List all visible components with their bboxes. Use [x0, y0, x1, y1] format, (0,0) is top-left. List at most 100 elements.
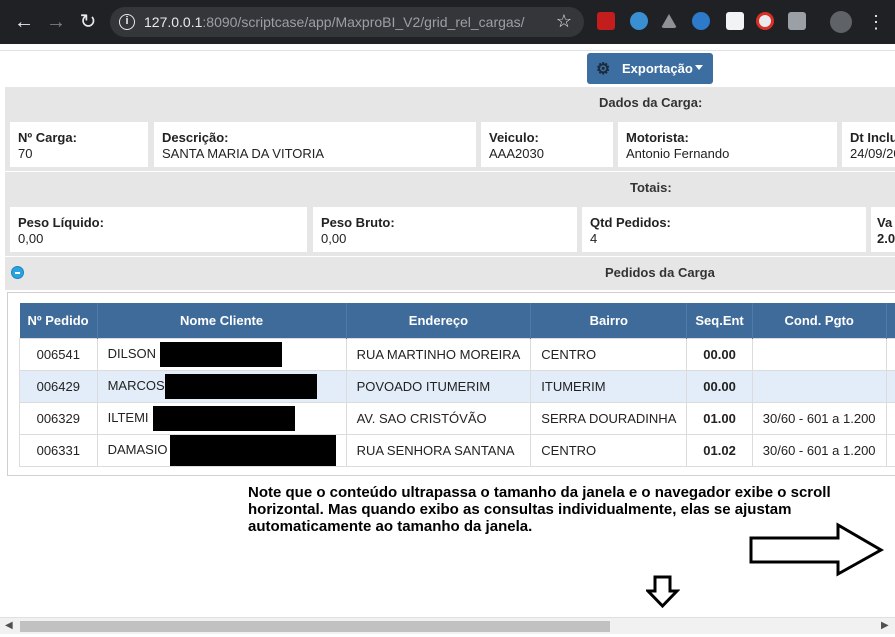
table-row[interactable]: 006429 MARCOS POVOADO ITUMERIM ITUMERIM …: [19, 369, 895, 403]
cell-cond: [751, 337, 887, 371]
totais-title: Totais:: [630, 180, 672, 195]
cell-bairro: CENTRO: [530, 433, 688, 467]
cliente-name: DILSON: [107, 345, 156, 361]
column-header[interactable]: Nº Pedido: [19, 303, 98, 338]
bookmark-star-icon[interactable]: ☆: [556, 11, 572, 32]
field-value: AAA2030: [489, 146, 544, 161]
cell-seq: 01.00: [686, 401, 753, 435]
table-row[interactable]: 006329 ILTEMI AV. SAO CRISTÓVÃO SERRA DO…: [19, 401, 895, 435]
field-motorista: Motorista: Antonio Fernando: [618, 122, 837, 167]
cell-seq: 00.00: [686, 369, 753, 403]
field-value: Antonio Fernando: [626, 146, 730, 161]
cell-dat: 09: [885, 433, 895, 467]
url-text[interactable]: 127.0.0.1:8090/scriptcase/app/MaxproBI_V…: [144, 14, 525, 30]
field-label: Nº Carga:: [18, 130, 77, 145]
dados-title: Dados da Carga:: [599, 95, 703, 110]
column-header[interactable]: Endereço: [346, 303, 532, 338]
cell-dat: 16: [885, 369, 895, 403]
browser-toolbar: ← → ↻ i 127.0.0.1:8090/scriptcase/app/Ma…: [0, 0, 895, 44]
totais-header-band: Totais:: [5, 172, 895, 204]
down-arrow-icon: [646, 575, 680, 609]
horizontal-scrollbar[interactable]: ◀ ▶: [0, 617, 895, 634]
cell-cond: 30/60 - 601 a 1.200: [751, 433, 887, 467]
f-extension-icon[interactable]: [788, 12, 806, 30]
column-header[interactable]: Nome Cliente: [97, 303, 347, 338]
field-peso-liquido: Peso Líquido: 0,00: [10, 207, 307, 252]
address-bar[interactable]: i 127.0.0.1:8090/scriptcase/app/MaxproBI…: [110, 7, 584, 37]
pdf-extension-icon[interactable]: [597, 12, 615, 30]
cell-dat: 24: [885, 337, 895, 371]
table-row[interactable]: 006331 DAMASIO RUA SENHORA SANTANA CENTR…: [19, 433, 895, 467]
profile-avatar[interactable]: [830, 11, 852, 33]
cliente-name: ILTEMI: [107, 409, 149, 425]
drive-extension-icon[interactable]: [661, 14, 677, 28]
field-label: Va: [877, 215, 893, 230]
scroll-right-icon[interactable]: ▶: [881, 620, 889, 631]
cell-bairro: CENTRO: [530, 337, 688, 371]
cell-pedido: 006541: [19, 337, 98, 371]
page-content: ⚙ Exportação Dados da Carga: Nº Carga: 7…: [0, 44, 895, 637]
redaction-block: [169, 434, 336, 466]
dados-fields-row: Nº Carga: 70 Descrição: SANTA MARIA DA V…: [5, 119, 895, 171]
cell-cliente: MARCOS: [96, 369, 347, 403]
table-row[interactable]: 006541 DILSON RUA MARTINHO MOREIRA CENTR…: [19, 337, 895, 371]
field-value: SANTA MARIA DA VITORIA: [162, 146, 325, 161]
cell-cond: 30/60 - 601 a 1.200: [751, 401, 887, 435]
export-button-label: Exportação: [622, 61, 693, 76]
cell-endereco: POVOADO ITUMERIM: [345, 369, 532, 403]
field-peso-bruto: Peso Bruto: 0,00: [313, 207, 577, 252]
site-info-icon[interactable]: i: [119, 14, 135, 30]
export-button[interactable]: ⚙ Exportação: [587, 53, 713, 84]
field-label: Motorista:: [626, 130, 689, 145]
back-icon[interactable]: ←: [12, 10, 36, 34]
column-header[interactable]: Seq.Ent: [686, 303, 753, 338]
browser-menu-icon[interactable]: ⋮: [866, 10, 886, 34]
pedidos-header-band: Pedidos da Carga: [5, 257, 895, 290]
redaction-block: [160, 341, 282, 367]
tb-extension-icon[interactable]: [692, 12, 710, 30]
scroll-left-icon[interactable]: ◀: [5, 620, 13, 631]
field-veiculo: Veiculo: AAA2030: [481, 122, 613, 167]
redaction-block: [152, 405, 295, 431]
table-header-row: Nº Pedido Nome Cliente Endereço Bairro S…: [19, 303, 895, 338]
field-value: 2.0: [877, 231, 895, 246]
reload-icon[interactable]: ↻: [76, 10, 100, 34]
field-label: Descrição:: [162, 130, 229, 145]
gear-icon: ⚙: [596, 61, 611, 78]
cell-dat: 09: [885, 401, 895, 435]
field-label: Peso Bruto:: [321, 215, 395, 230]
field-label: Veiculo:: [489, 130, 539, 145]
field-label: Qtd Pedidos:: [590, 215, 671, 230]
record-extension-icon[interactable]: [756, 12, 774, 30]
scrollbar-thumb[interactable]: [20, 621, 610, 632]
caret-down-icon: [695, 65, 703, 70]
field-dt-inclusao: Dt Inclu 24/09/20: [842, 122, 895, 167]
cell-bairro: SERRA DOURADINHA: [530, 401, 688, 435]
field-value: 4: [590, 231, 598, 246]
field-valor: Va 2.0: [871, 207, 895, 252]
field-descricao: Descrição: SANTA MARIA DA VITORIA: [154, 122, 476, 167]
extension-icon-c[interactable]: [630, 12, 648, 30]
field-qtd-pedidos: Qtd Pedidos: 4: [582, 207, 866, 252]
column-header[interactable]: Cond. Pgto: [752, 303, 887, 338]
screenshot-root: ← → ↻ i 127.0.0.1:8090/scriptcase/app/Ma…: [0, 0, 895, 637]
cell-seq: 00.00: [686, 337, 753, 371]
cell-bairro: ITUMERIM: [530, 369, 688, 403]
cell-endereco: AV. SAO CRISTÓVÃO: [345, 401, 532, 435]
column-header[interactable]: Dat: [886, 303, 895, 338]
totais-fields-row: Peso Líquido: 0,00 Peso Bruto: 0,00 Qtd …: [5, 204, 895, 256]
cell-endereco: RUA MARTINHO MOREIRA: [345, 337, 532, 371]
field-label: Dt Inclu: [850, 130, 895, 145]
cliente-name: MARCOS: [107, 377, 165, 393]
pedidos-table: Nº Pedido Nome Cliente Endereço Bairro S…: [19, 303, 895, 467]
cell-endereco: RUA SENHORA SANTANA: [345, 433, 532, 467]
cell-cond: [751, 369, 887, 403]
collapse-minus-icon[interactable]: [11, 266, 24, 279]
b-extension-icon[interactable]: [726, 12, 744, 30]
pedidos-grid-container: Nº Pedido Nome Cliente Endereço Bairro S…: [7, 292, 895, 476]
cell-pedido: 006331: [19, 433, 98, 467]
forward-icon[interactable]: →: [44, 10, 68, 34]
field-value: 24/09/20: [850, 146, 895, 161]
right-arrow-icon: [749, 522, 885, 577]
column-header[interactable]: Bairro: [530, 303, 688, 338]
